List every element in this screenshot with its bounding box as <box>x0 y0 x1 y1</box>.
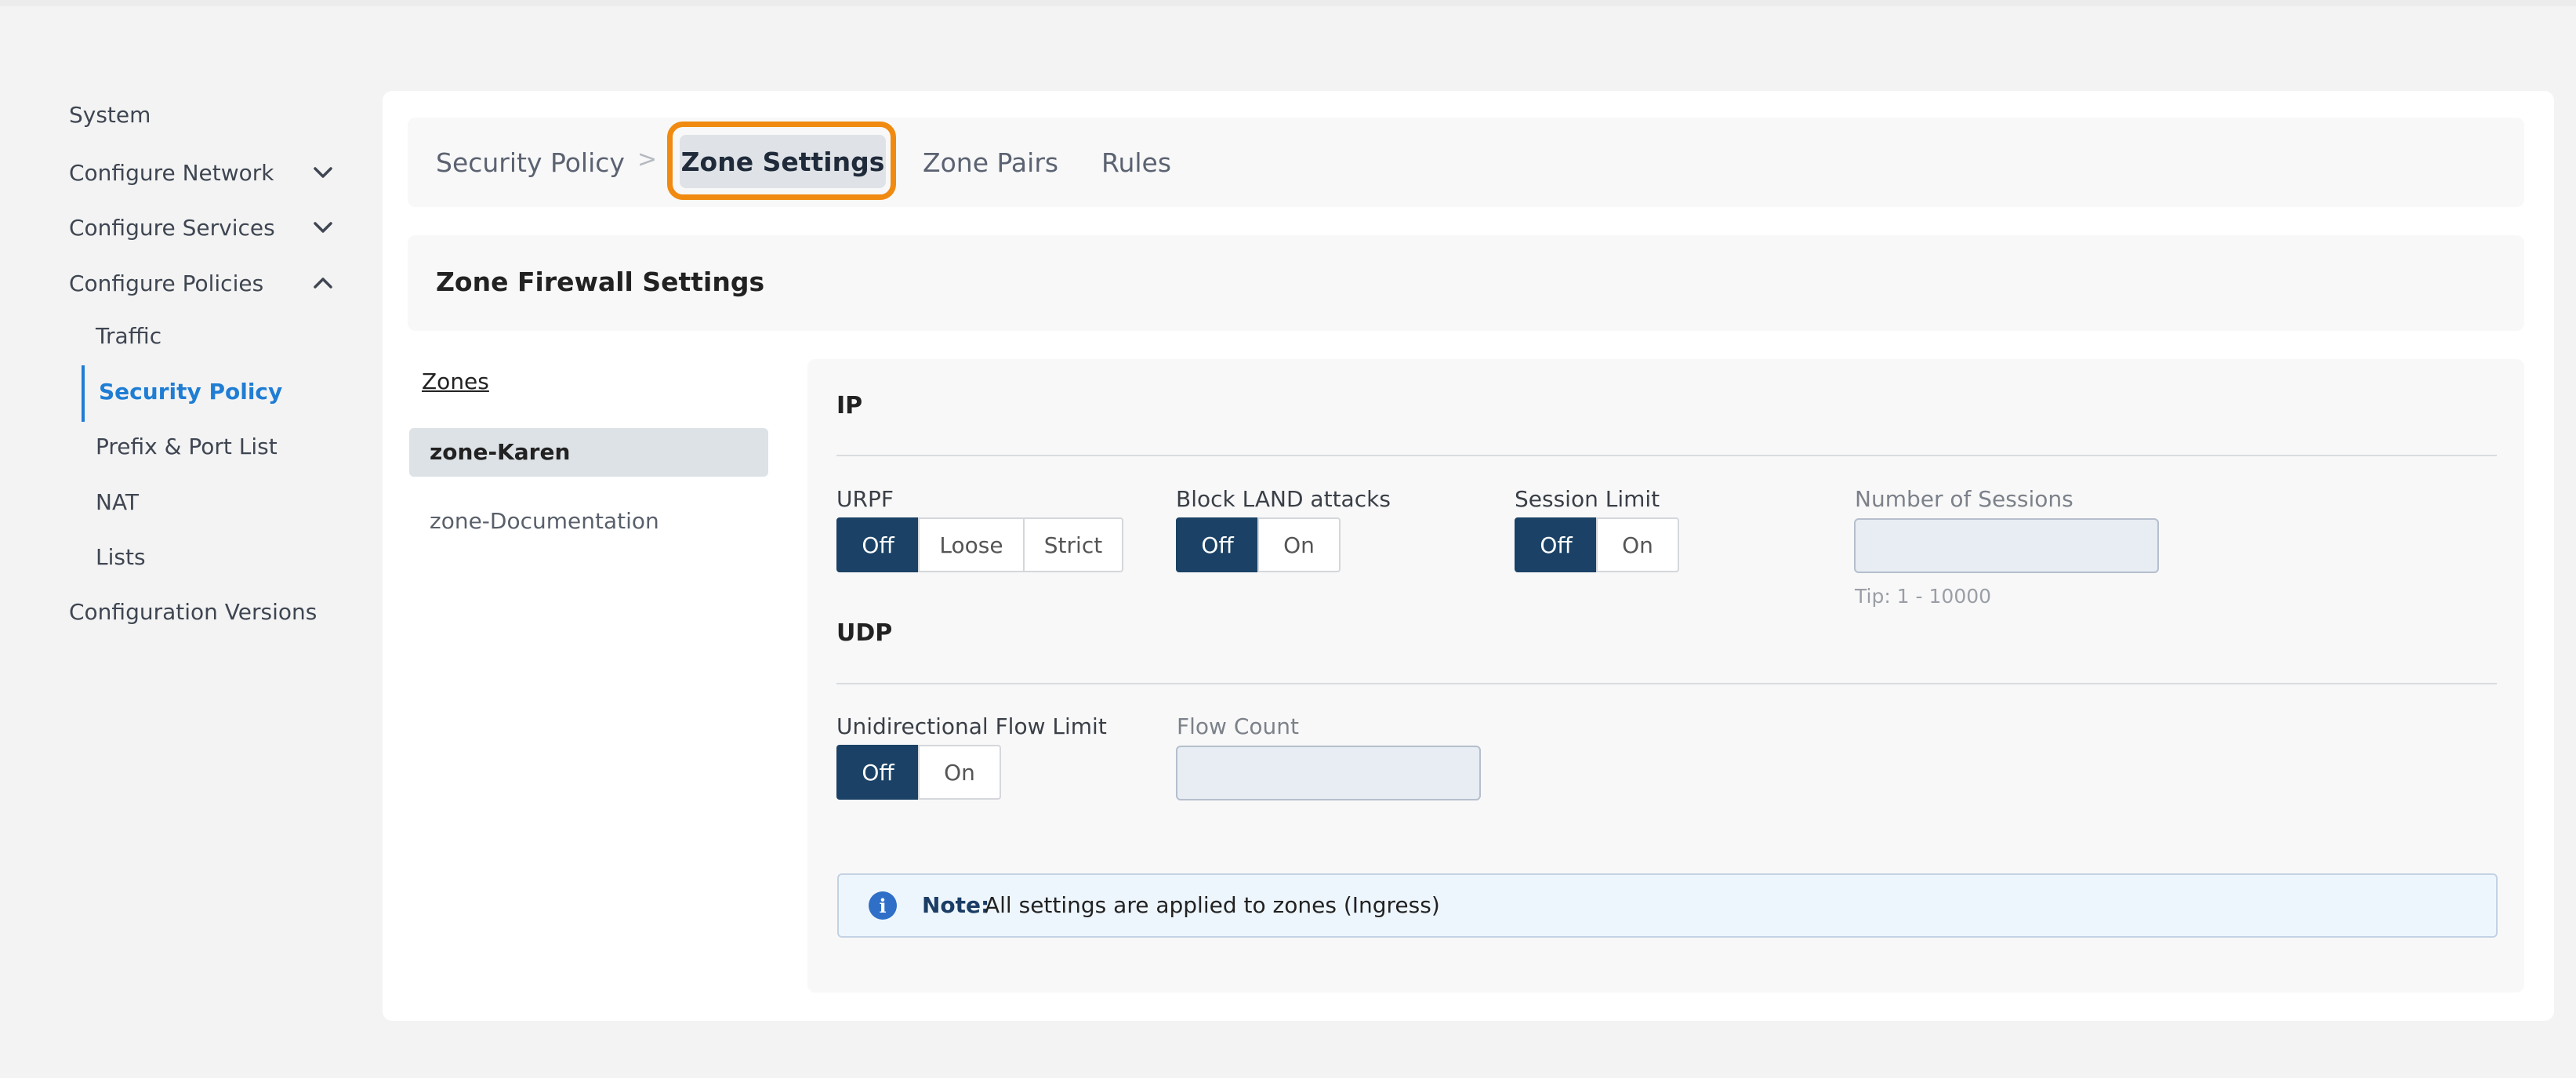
tab-zone-pairs[interactable]: Zone Pairs <box>923 147 1058 178</box>
sidebar-item-configure-services[interactable]: Configure Services <box>69 212 336 243</box>
urpf-strict-option[interactable]: Strict <box>1023 517 1123 572</box>
zones-heading: Zones <box>422 368 489 394</box>
ip-heading: IP <box>836 392 863 419</box>
urpf-loose-option[interactable]: Loose <box>918 517 1025 572</box>
urpf-off-option[interactable]: Off <box>836 517 920 572</box>
sidebar-item-configure-network[interactable]: Configure Network <box>69 157 336 188</box>
info-note: i Note: All settings are applied to zone… <box>837 873 2498 938</box>
session-limit-segmented-control: Off On <box>1515 517 1679 572</box>
note-text: All settings are applied to zones (Ingre… <box>985 892 1440 918</box>
sidebar-subitem-traffic[interactable]: Traffic <box>96 323 161 349</box>
flow-limit-on-option[interactable]: On <box>918 745 1001 800</box>
sessions-tip: Tip: 1 - 10000 <box>1855 585 1992 608</box>
sidebar-subitem-prefix-port-list[interactable]: Prefix & Port List <box>96 434 278 459</box>
session-limit-label: Session Limit <box>1515 486 1660 512</box>
tab-zone-settings[interactable]: Zone Settings <box>680 135 886 188</box>
urpf-segmented-control: Off Loose Strict <box>836 517 1123 572</box>
sidebar-item-label: Configure Services <box>69 214 275 241</box>
number-of-sessions-label: Number of Sessions <box>1855 486 2073 512</box>
chevron-down-icon[interactable] <box>307 212 339 243</box>
top-bar <box>0 0 2576 6</box>
page-title: Zone Firewall Settings <box>436 267 765 297</box>
sidebar-item-label: System <box>69 102 151 128</box>
session-limit-off-option[interactable]: Off <box>1515 517 1598 572</box>
udp-heading: UDP <box>836 619 893 647</box>
flow-count-input[interactable] <box>1176 746 1481 800</box>
sidebar-item-system[interactable]: System <box>69 102 151 128</box>
session-limit-on-option[interactable]: On <box>1596 517 1679 572</box>
sidebar-item-label: Configure Network <box>69 159 274 186</box>
divider <box>836 683 2497 684</box>
list-item-zone-documentation[interactable]: zone-Documentation <box>430 508 659 534</box>
active-indicator <box>82 365 85 422</box>
block-land-segmented-control: Off On <box>1176 517 1341 572</box>
block-land-off-option[interactable]: Off <box>1176 517 1259 572</box>
chevron-up-icon[interactable] <box>307 267 339 299</box>
block-land-on-option[interactable]: On <box>1257 517 1341 572</box>
flow-count-label: Flow Count <box>1177 713 1299 739</box>
sidebar-item-label: Configure Policies <box>69 270 264 296</box>
sidebar-item-label: Configuration Versions <box>69 599 317 625</box>
info-icon: i <box>869 891 897 920</box>
chevron-down-icon[interactable] <box>307 157 339 188</box>
note-label: Note: <box>922 892 990 918</box>
block-land-label: Block LAND attacks <box>1176 486 1391 512</box>
sidebar-subitem-security-policy[interactable]: Security Policy <box>99 379 282 405</box>
divider <box>836 455 2497 456</box>
sidebar-item-configure-policies[interactable]: Configure Policies <box>69 267 336 299</box>
list-item-zone-karen[interactable]: zone-Karen <box>409 428 768 477</box>
flow-limit-label: Unidirectional Flow Limit <box>836 713 1107 739</box>
urpf-label: URPF <box>836 486 894 512</box>
sidebar-item-configuration-versions[interactable]: Configuration Versions <box>69 599 317 625</box>
flow-limit-segmented-control: Off On <box>836 745 1001 800</box>
sidebar-subitem-lists[interactable]: Lists <box>96 544 146 570</box>
sidebar: System Configure Network Configure Servi… <box>0 0 361 1078</box>
breadcrumb-separator: > <box>637 146 658 173</box>
flow-limit-off-option[interactable]: Off <box>836 745 920 800</box>
breadcrumb-security-policy[interactable]: Security Policy <box>436 147 625 178</box>
tab-rules[interactable]: Rules <box>1101 147 1171 178</box>
list-item-label: zone-Karen <box>430 439 571 465</box>
sidebar-subitem-nat[interactable]: NAT <box>96 489 139 515</box>
number-of-sessions-input[interactable] <box>1854 518 2159 573</box>
